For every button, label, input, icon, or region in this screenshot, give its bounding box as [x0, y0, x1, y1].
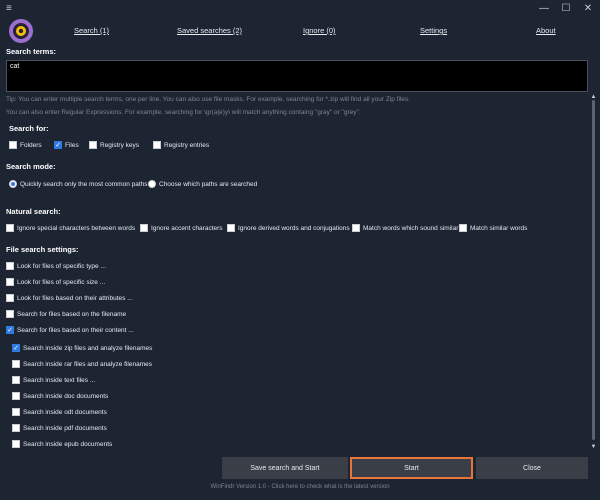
checkbox-icon[interactable] [12, 440, 20, 448]
checkbox-icon[interactable] [12, 392, 20, 400]
checkbox-icon[interactable] [12, 408, 20, 416]
filename-checkbox[interactable]: Search for files based on the filename [6, 310, 126, 318]
ignore-derived-label: Ignore derived words and conjugations [238, 224, 350, 232]
save-and-start-button[interactable]: Save search and Start [222, 457, 348, 479]
filename-label: Search for files based on the filename [17, 310, 127, 318]
checkbox-icon[interactable] [89, 141, 97, 149]
text-files-label: Search inside text files ... [23, 376, 96, 384]
natural-search-label: Natural search: [6, 207, 61, 216]
rar-files-label: Search inside rar files and analyze file… [23, 360, 152, 368]
ignore-derived-checkbox[interactable]: Ignore derived words and conjugations [227, 224, 350, 232]
hamburger-menu-icon[interactable]: ≡ [6, 4, 12, 14]
ignore-accent-label: Ignore accent characters [151, 224, 223, 232]
tab-about[interactable]: About [536, 26, 556, 35]
ignore-special-chars-label: Ignore special characters between words [17, 224, 136, 232]
doc-documents-checkbox[interactable]: Search inside doc documents [12, 392, 108, 400]
checkmark-icon[interactable]: ✓ [6, 326, 14, 334]
close-button[interactable]: Close [476, 457, 588, 479]
checkbox-icon[interactable] [6, 262, 14, 270]
files-label: Files [65, 141, 79, 149]
specific-type-checkbox[interactable]: Look for files of specific type ... [6, 262, 106, 270]
scroll-down-icon[interactable]: ▼ [590, 444, 597, 450]
checkbox-icon[interactable] [459, 224, 467, 232]
checkbox-icon[interactable] [227, 224, 235, 232]
similar-words-label: Match similar words [470, 224, 528, 232]
attributes-checkbox[interactable]: Look for files based on their attributes… [6, 294, 133, 302]
scrollbar-thumb[interactable] [592, 100, 595, 440]
checkbox-icon[interactable] [140, 224, 148, 232]
search-for-label: Search for: [9, 124, 49, 133]
quick-search-radio[interactable]: Quickly search only the most common path… [9, 180, 148, 188]
ignore-special-chars-checkbox[interactable]: Ignore special characters between words [6, 224, 135, 232]
epub-documents-label: Search inside epub documents [23, 440, 113, 448]
registry-keys-label: Registry keys [100, 141, 140, 149]
odt-documents-label: Search inside odt documents [23, 408, 107, 416]
specific-size-label: Look for files of specific size ... [17, 278, 106, 286]
doc-documents-label: Search inside doc documents [23, 392, 109, 400]
ignore-accent-checkbox[interactable]: Ignore accent characters [140, 224, 223, 232]
sound-similar-label: Match words which sound similar [363, 224, 459, 232]
tab-saved-searches[interactable]: Saved searches (2) [177, 26, 242, 35]
close-window-icon[interactable]: ✕ [582, 4, 594, 14]
checkbox-icon[interactable] [153, 141, 161, 149]
registry-entries-label: Registry entries [164, 141, 210, 149]
checkmark-icon[interactable]: ✓ [12, 344, 20, 352]
content-label: Search for files based on their content … [17, 326, 134, 334]
specific-size-checkbox[interactable]: Look for files of specific size ... [6, 278, 105, 286]
winfindr-window: ≡ — ☐ ✕ Search (1) Saved searches (2) Ig… [0, 0, 600, 500]
version-footer-link[interactable]: WinFindr Version 1.0 - Click here to che… [0, 484, 600, 490]
checkmark-icon[interactable]: ✓ [54, 141, 62, 149]
tab-settings[interactable]: Settings [420, 26, 447, 35]
tab-search[interactable]: Search (1) [74, 26, 109, 35]
top-nav: Search (1) Saved searches (2) Ignore (0)… [0, 26, 600, 40]
epub-documents-checkbox[interactable]: Search inside epub documents [12, 440, 112, 448]
checkbox-icon[interactable] [6, 294, 14, 302]
zip-files-checkbox[interactable]: ✓ Search inside zip files and analyze fi… [12, 344, 152, 352]
sound-similar-checkbox[interactable]: Match words which sound similar [352, 224, 458, 232]
attributes-label: Look for files based on their attributes… [17, 294, 133, 302]
folders-checkbox[interactable]: Folders [9, 141, 42, 149]
files-checkbox[interactable]: ✓ Files [54, 141, 79, 149]
radio-icon[interactable] [148, 180, 156, 188]
start-button[interactable]: Start [350, 457, 473, 479]
text-files-checkbox[interactable]: Search inside text files ... [12, 376, 95, 384]
checkbox-icon[interactable] [6, 310, 14, 318]
radio-selected-icon[interactable] [9, 180, 17, 188]
registry-keys-checkbox[interactable]: Registry keys [89, 141, 139, 149]
content-checkbox[interactable]: ✓ Search for files based on their conten… [6, 326, 134, 334]
search-terms-label: Search terms: [6, 47, 57, 56]
choose-paths-label: Choose which paths are searched [159, 180, 258, 188]
specific-type-label: Look for files of specific type ... [17, 262, 106, 270]
search-terms-input[interactable] [6, 60, 588, 92]
checkbox-icon[interactable] [12, 360, 20, 368]
checkbox-icon[interactable] [12, 376, 20, 384]
checkbox-icon[interactable] [352, 224, 360, 232]
search-mode-label: Search mode: [6, 162, 56, 171]
choose-paths-radio[interactable]: Choose which paths are searched [148, 180, 257, 188]
zip-files-label: Search inside zip files and analyze file… [23, 344, 153, 352]
tip-text-2: You can also enter Regular Expressions. … [6, 109, 361, 116]
registry-entries-checkbox[interactable]: Registry entries [153, 141, 209, 149]
checkbox-icon[interactable] [6, 278, 14, 286]
checkbox-icon[interactable] [9, 141, 17, 149]
checkbox-icon[interactable] [12, 424, 20, 432]
pdf-documents-checkbox[interactable]: Search inside pdf documents [12, 424, 107, 432]
file-search-settings-label: File search settings: [6, 245, 79, 254]
pdf-documents-label: Search inside pdf documents [23, 424, 107, 432]
maximize-icon[interactable]: ☐ [560, 4, 572, 14]
checkbox-icon[interactable] [6, 224, 14, 232]
folders-label: Folders [20, 141, 42, 149]
tab-ignore[interactable]: Ignore (0) [303, 26, 336, 35]
quick-search-label: Quickly search only the most common path… [20, 180, 148, 188]
similar-words-checkbox[interactable]: Match similar words [459, 224, 527, 232]
window-controls: — ☐ ✕ [538, 4, 594, 14]
tip-text-1: Tip: You can enter multiple search terms… [6, 96, 411, 103]
rar-files-checkbox[interactable]: Search inside rar files and analyze file… [12, 360, 152, 368]
minimize-icon[interactable]: — [538, 4, 550, 14]
odt-documents-checkbox[interactable]: Search inside odt documents [12, 408, 107, 416]
